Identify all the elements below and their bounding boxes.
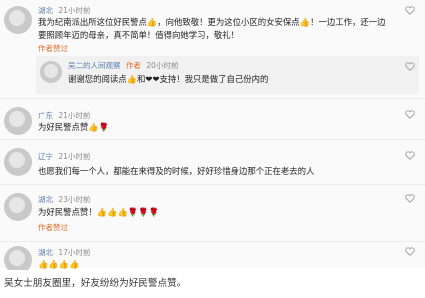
comment-text: 也愿我们每一个人，都能在来得及的时候，好好珍惜身边那个正在老去的人: [38, 166, 315, 176]
comment-meta: 辽宁 21小时前: [38, 151, 90, 162]
reply-text: 谢谢您的阅读点👍和❤❤支持！我只是做了自己份内的: [68, 74, 269, 84]
location-label: 辽宁: [38, 152, 53, 161]
comment-item: 辽宁 21小时前 也愿我们每一个人，都能在来得及的时候，好好珍惜身边那个正在老去…: [0, 140, 425, 184]
like-heart-icon[interactable]: [405, 194, 415, 203]
author-liked-badge: 作者赞过: [38, 223, 68, 232]
comment-item: 湖北 23小时前 为好民警点赞！👍👍👍🌹🌹🌹 作者赞过: [0, 185, 425, 241]
avatar[interactable]: [4, 193, 32, 221]
timestamp: 21小时前: [58, 111, 91, 120]
avatar[interactable]: [4, 6, 32, 34]
reply-timestamp: 20小时前: [146, 61, 179, 70]
location-label: 湖北: [38, 195, 53, 204]
like-heart-icon[interactable]: [405, 151, 415, 160]
avatar[interactable]: [40, 61, 62, 83]
comment-meta: 湖北 17小时前: [38, 247, 90, 258]
comment-text-line: 我为纪南派出所这位好民警点👍，向他致敬！更为这位小区的女安保点👍！一边工作，还一…: [38, 17, 386, 27]
comment-item: 广东 21小时前 为好民警点赞👍🌹: [0, 99, 425, 139]
like-heart-icon[interactable]: [405, 62, 415, 71]
comment-feed: 湖北 21小时前 我为纪南派出所这位好民警点👍，向他致敬！更为这位小区的女安保点…: [0, 0, 425, 274]
comment-meta: 湖北 21小时前: [38, 5, 90, 16]
comment-meta: 湖北 23小时前: [38, 194, 90, 205]
comment-item: 湖北 21小时前 我为纪南派出所这位好民警点👍，向他致敬！更为这位小区的女安保点…: [0, 0, 425, 98]
author-reply: 吴二的人间观察 作者 20小时前 谢谢您的阅读点👍和❤❤支持！我只是做了自己份内…: [36, 56, 419, 94]
comment-text: 为好民警点赞！👍👍👍🌹🌹🌹: [38, 207, 160, 217]
image-caption: 吴女士朋友圈里，好友纷纷为好民警点赞。: [0, 270, 425, 298]
like-heart-icon[interactable]: [405, 247, 415, 256]
timestamp: 21小时前: [58, 6, 91, 15]
comment-item: 湖北 17小时前 👍👍👍👍: [0, 242, 425, 274]
comment-meta: 广东 21小时前: [38, 110, 90, 121]
avatar[interactable]: [4, 148, 32, 176]
location-label: 广东: [38, 111, 53, 120]
timestamp: 23小时前: [58, 195, 91, 204]
location-label: 湖北: [38, 248, 53, 257]
author-liked-badge: 作者赞过: [38, 44, 68, 53]
reply-author-name[interactable]: 吴二的人间观察: [68, 61, 121, 70]
comment-text-line: 要照顾年迈的母亲，真不简单！值得向她学习，敬礼！: [38, 29, 239, 40]
comment-text: 👍👍👍👍: [38, 259, 80, 269]
timestamp: 21小时前: [58, 152, 91, 161]
author-tag: 作者: [125, 61, 141, 70]
like-heart-icon[interactable]: [405, 6, 415, 15]
avatar[interactable]: [4, 107, 32, 135]
comment-text: 我为纪南派出所这位好民警点👍，向他致敬！更为这位小区的女安保点👍！一边工作，还一…: [38, 16, 419, 41]
timestamp: 17小时前: [58, 248, 91, 257]
comment-text: 为好民警点赞👍🌹: [38, 122, 110, 132]
like-heart-icon[interactable]: [405, 110, 415, 119]
reply-meta: 吴二的人间观察 作者 20小时前: [68, 60, 178, 71]
location-label: 湖北: [38, 6, 53, 15]
